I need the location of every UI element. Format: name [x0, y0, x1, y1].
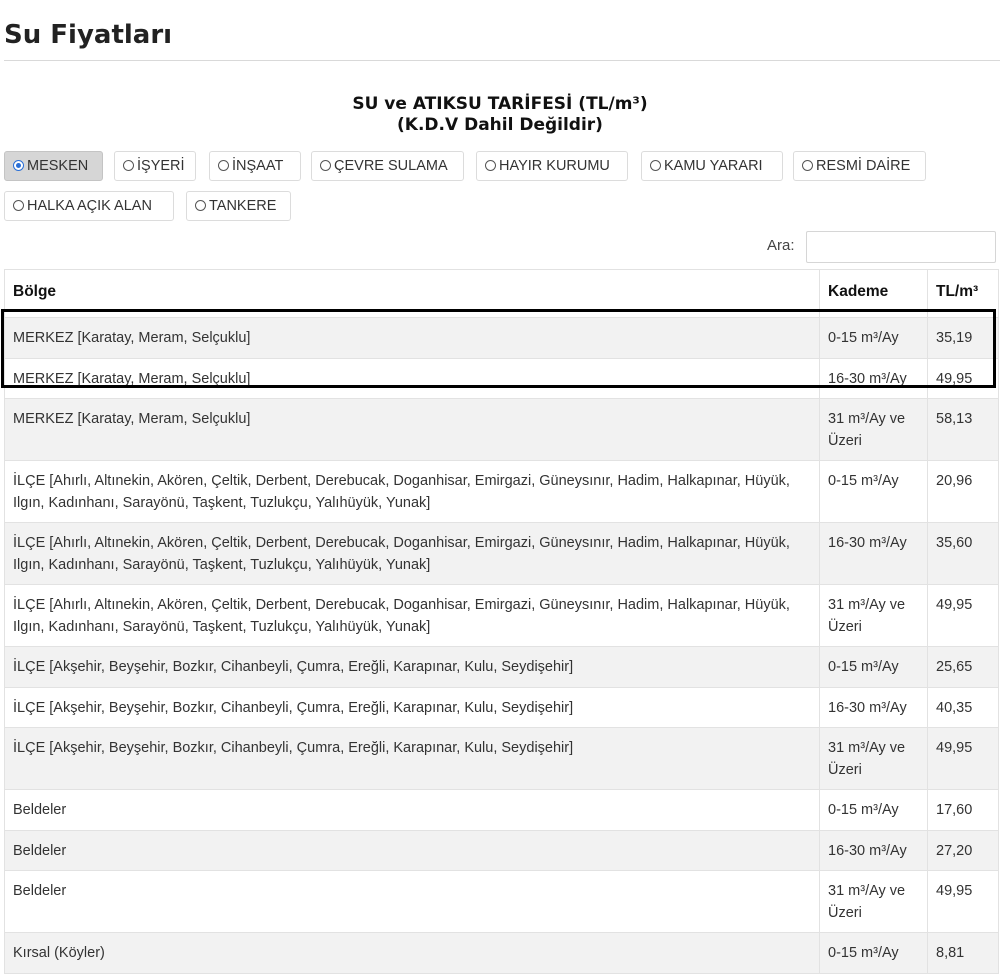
- table-header-row: Bölge Kademe TL/m³: [4, 269, 999, 318]
- column-header-tier[interactable]: Kademe: [819, 269, 928, 318]
- radio-icon: [123, 159, 134, 171]
- filter-button-halka-acik-alan[interactable]: HALKA AÇIK ALAN: [4, 191, 174, 221]
- tier-cell: 0-15 m³/Ay: [819, 646, 928, 688]
- table-row: Beldeler 16-30 m³/Ay 27,20: [4, 829, 999, 871]
- search-input[interactable]: [806, 231, 996, 263]
- price-cell: 27,20: [927, 829, 999, 871]
- filter-label: MESKEN: [27, 158, 89, 174]
- filter-button-isyeri[interactable]: İŞYERİ: [114, 151, 196, 181]
- price-cell: 35,60: [927, 522, 999, 585]
- region-cell: İLÇE [Ahırlı, Altınekin, Akören, Çeltik,…: [4, 584, 820, 647]
- region-cell: MERKEZ [Karatay, Meram, Selçuklu]: [4, 317, 820, 359]
- table-row: MERKEZ [Karatay, Meram, Selçuklu] 31 m³/A…: [4, 398, 999, 461]
- tier-cell: 31 m³/Ay ve Üzeri: [819, 870, 928, 933]
- tier-cell: 31 m³/Ay ve Üzeri: [819, 727, 928, 790]
- tier-cell: 16-30 m³/Ay: [819, 829, 928, 871]
- price-cell: 8,81: [927, 932, 999, 974]
- table-row: Beldeler 31 m³/Ay ve Üzeri 49,95: [4, 870, 999, 933]
- table-row: İLÇE [Ahırlı, Altınekin, Akören, Çeltik,…: [4, 460, 999, 523]
- region-cell: İLÇE [Akşehir, Beyşehir, Bozkır, Cihanbe…: [4, 646, 820, 688]
- table-row: İLÇE [Akşehir, Beyşehir, Bozkır, Cihanbe…: [4, 646, 999, 688]
- price-cell: 17,60: [927, 789, 999, 831]
- filter-label: HALKA AÇIK ALAN: [27, 198, 152, 214]
- tier-cell: 16-30 m³/Ay: [819, 686, 928, 728]
- radio-icon: [218, 159, 229, 171]
- radio-icon: [320, 159, 331, 171]
- price-cell: 49,95: [927, 584, 999, 647]
- table-row: İLÇE [Ahırlı, Altınekin, Akören, Çeltik,…: [4, 522, 999, 585]
- title-divider: [4, 60, 1000, 61]
- filter-button-insaat[interactable]: İNŞAAT: [209, 151, 301, 181]
- tariff-title-line2: (K.D.V Dahil Değildir): [397, 115, 603, 135]
- filter-label: İNŞAAT: [232, 158, 284, 174]
- filter-button-cevre-sulama[interactable]: ÇEVRE SULAMA: [311, 151, 464, 181]
- filter-label: TANKERE: [209, 198, 277, 214]
- filter-label: İŞYERİ: [137, 158, 185, 174]
- table-row: İLÇE [Ahırlı, Altınekin, Akören, Çeltik,…: [4, 584, 999, 647]
- tariff-title: SU ve ATIKSU TARİFESİ (TL/m³) (K.D.V Dah…: [0, 94, 1000, 136]
- column-header-price[interactable]: TL/m³: [927, 269, 999, 318]
- filter-button-tankere[interactable]: TANKERE: [186, 191, 291, 221]
- price-cell: 49,95: [927, 357, 999, 399]
- radio-icon: [13, 159, 24, 171]
- filter-button-mesken[interactable]: MESKEN: [4, 151, 103, 181]
- region-cell: İLÇE [Ahırlı, Altınekin, Akören, Çeltik,…: [4, 460, 820, 523]
- region-cell: Kırsal (Köyler): [4, 932, 820, 974]
- price-cell: 25,65: [927, 646, 999, 688]
- tier-cell: 31 m³/Ay ve Üzeri: [819, 584, 928, 647]
- table-row: MERKEZ [Karatay, Meram, Selçuklu] 16-30 m…: [4, 357, 999, 399]
- region-cell: Beldeler: [4, 870, 820, 933]
- tariff-table-container: Bölge Kademe TL/m³ MERKEZ [Karatay, Mera…: [4, 269, 999, 974]
- price-cell: 20,96: [927, 460, 999, 523]
- table-row: İLÇE [Akşehir, Beyşehir, Bozkır, Cihanbe…: [4, 727, 999, 790]
- table-body: MERKEZ [Karatay, Meram, Selçuklu] 0-15 m³…: [4, 317, 999, 974]
- filter-label: KAMU YARARI: [664, 158, 763, 174]
- region-cell: İLÇE [Akşehir, Beyşehir, Bozkır, Cihanbe…: [4, 686, 820, 728]
- filter-button-resmi-daire[interactable]: RESMİ DAİRE: [793, 151, 926, 181]
- region-cell: İLÇE [Akşehir, Beyşehir, Bozkır, Cihanbe…: [4, 727, 820, 790]
- column-header-region[interactable]: Bölge: [4, 269, 820, 318]
- search-label: Ara:: [767, 237, 795, 254]
- table-row: Kırsal (Köyler) 0-15 m³/Ay 8,81: [4, 932, 999, 974]
- filter-label: RESMİ DAİRE: [816, 158, 911, 174]
- table-row: Beldeler 0-15 m³/Ay 17,60: [4, 789, 999, 831]
- price-cell: 49,95: [927, 727, 999, 790]
- radio-icon: [650, 159, 661, 171]
- region-cell: MERKEZ [Karatay, Meram, Selçuklu]: [4, 357, 820, 399]
- page-title: Su Fiyatları: [4, 20, 173, 50]
- radio-icon: [802, 159, 813, 171]
- region-cell: Beldeler: [4, 789, 820, 831]
- tariff-table: Bölge Kademe TL/m³ MERKEZ [Karatay, Mera…: [4, 269, 999, 974]
- filter-label: ÇEVRE SULAMA: [334, 158, 448, 174]
- region-cell: MERKEZ [Karatay, Meram, Selçuklu]: [4, 398, 820, 461]
- table-row: MERKEZ [Karatay, Meram, Selçuklu] 0-15 m³…: [4, 317, 999, 359]
- radio-icon: [13, 199, 24, 211]
- radio-icon: [485, 159, 496, 171]
- tier-cell: 0-15 m³/Ay: [819, 460, 928, 523]
- price-cell: 35,19: [927, 317, 999, 359]
- tier-cell: 31 m³/Ay ve Üzeri: [819, 398, 928, 461]
- table-row: İLÇE [Akşehir, Beyşehir, Bozkır, Cihanbe…: [4, 686, 999, 728]
- filter-button-kamu-yarari[interactable]: KAMU YARARI: [641, 151, 783, 181]
- tier-cell: 16-30 m³/Ay: [819, 522, 928, 585]
- price-cell: 58,13: [927, 398, 999, 461]
- tier-cell: 16-30 m³/Ay: [819, 357, 928, 399]
- tier-cell: 0-15 m³/Ay: [819, 789, 928, 831]
- price-cell: 40,35: [927, 686, 999, 728]
- tier-cell: 0-15 m³/Ay: [819, 317, 928, 359]
- filter-button-hayir-kurumu[interactable]: HAYIR KURUMU: [476, 151, 628, 181]
- region-cell: Beldeler: [4, 829, 820, 871]
- tier-cell: 0-15 m³/Ay: [819, 932, 928, 974]
- region-cell: İLÇE [Ahırlı, Altınekin, Akören, Çeltik,…: [4, 522, 820, 585]
- tariff-title-line1: SU ve ATIKSU TARİFESİ (TL/m³): [352, 94, 648, 114]
- radio-icon: [195, 199, 206, 211]
- price-cell: 49,95: [927, 870, 999, 933]
- filter-label: HAYIR KURUMU: [499, 158, 610, 174]
